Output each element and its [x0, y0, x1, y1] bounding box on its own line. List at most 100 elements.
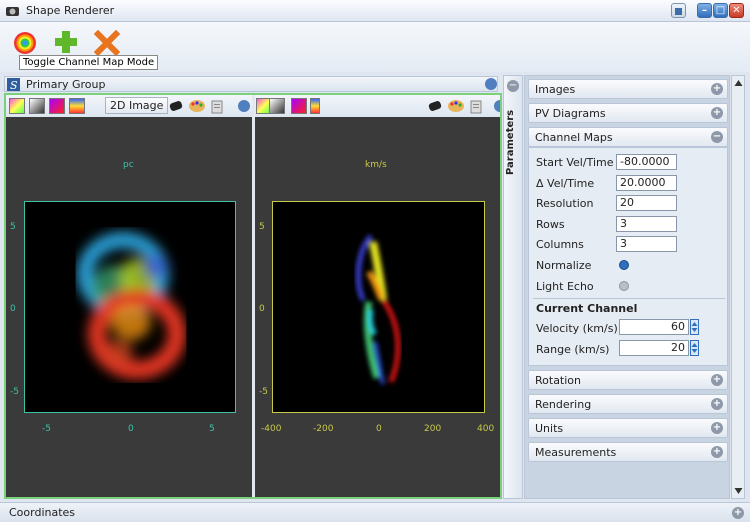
light-echo-label: Light Echo [536, 280, 594, 293]
left-x-tick: 0 [128, 424, 134, 434]
columns-label: Columns [536, 238, 584, 251]
section-channel-maps[interactable]: Channel Maps − [528, 127, 728, 147]
rows-label: Rows [536, 218, 565, 231]
scroll-up-icon[interactable] [734, 79, 743, 87]
camera-icon[interactable] [169, 99, 185, 113]
right-y-tick: 0 [259, 304, 265, 314]
left-x-tick: 5 [209, 424, 215, 434]
collapse-group-icon[interactable] [485, 78, 497, 90]
right-rendered-image [355, 234, 401, 385]
section-label: PV Diagrams [535, 107, 606, 120]
pin-icon[interactable] [671, 3, 686, 18]
right-unit-label: km/s [365, 160, 387, 170]
resolution-label: Resolution [536, 197, 594, 210]
image-panel-left: 2D Image pc 5 0 -5 -5 0 5 [6, 95, 252, 497]
left-plot-area[interactable]: pc 5 0 -5 -5 0 5 [6, 117, 252, 497]
columns-field[interactable]: 3 [616, 236, 677, 252]
colormap-gray-icon[interactable] [29, 98, 45, 114]
start-vel-label: Start Vel/Time [536, 156, 614, 169]
expand-icon[interactable]: + [711, 446, 723, 458]
normalize-label: Normalize [536, 259, 592, 272]
left-unit-label: pc [123, 160, 134, 170]
right-x-tick: 200 [424, 424, 442, 434]
delta-vel-label: Δ Vel/Time [536, 177, 595, 190]
section-label: Rotation [535, 374, 582, 387]
section-label: Units [535, 422, 564, 435]
collapse-icon[interactable]: − [711, 131, 723, 143]
expand-icon[interactable]: + [711, 398, 723, 410]
left-y-tick: -5 [10, 387, 19, 397]
sidebar-scrollbar[interactable] [731, 75, 745, 499]
rows-field[interactable]: 3 [616, 216, 677, 232]
resolution-field[interactable]: 20 [616, 195, 677, 211]
scroll-down-icon[interactable] [734, 487, 743, 495]
panel-menu-icon[interactable] [238, 100, 250, 112]
channel-maps-body: Start Vel/Time -80.0000 Δ Vel/Time 20.00… [528, 147, 728, 366]
colormap-spectrum-icon[interactable] [69, 98, 85, 114]
section-measurements[interactable]: Measurements + [528, 442, 728, 462]
palette-icon[interactable] [447, 98, 465, 114]
close-button[interactable]: ✕ [729, 3, 744, 18]
range-stepper[interactable] [690, 340, 699, 356]
section-pv-diagrams[interactable]: PV Diagrams + [528, 103, 728, 123]
add-icon[interactable] [53, 29, 79, 55]
right-x-tick: -400 [261, 424, 282, 434]
expand-coordinates-icon[interactable]: + [732, 507, 744, 519]
section-label: Images [535, 83, 576, 96]
delta-vel-field[interactable]: 20.0000 [616, 175, 677, 191]
expand-icon[interactable]: + [711, 83, 723, 95]
parameters-panel: Images + PV Diagrams + Channel Maps − St… [524, 75, 730, 499]
colormap-spectrum-icon[interactable] [310, 98, 320, 114]
parameters-tab-label: Parameters [505, 109, 516, 175]
right-plot-area[interactable]: km/s 5 0 -5 -400 -200 0 200 400 [255, 117, 500, 497]
left-y-tick: 0 [10, 304, 16, 314]
light-echo-toggle[interactable] [619, 281, 629, 291]
app-icon [6, 7, 19, 16]
velocity-stepper[interactable] [690, 319, 699, 335]
svg-text:S: S [10, 79, 18, 91]
colormap-purple-icon[interactable] [49, 98, 65, 114]
channel-map-icon[interactable] [12, 30, 38, 56]
panel-menu-icon[interactable] [494, 100, 500, 112]
collapse-sidebar-icon[interactable]: − [507, 80, 519, 92]
start-vel-field[interactable]: -80.0000 [616, 154, 677, 170]
section-units[interactable]: Units + [528, 418, 728, 438]
shape-logo-icon: S [7, 78, 20, 91]
colormap-gray-icon[interactable] [269, 98, 285, 114]
colormap-rainbow-icon[interactable] [9, 98, 25, 114]
section-label: Rendering [535, 398, 592, 411]
camera-icon[interactable] [428, 99, 444, 113]
right-x-tick: -200 [313, 424, 334, 434]
clear-icon[interactable] [469, 98, 483, 114]
group-header: S Primary Group [4, 76, 498, 92]
right-y-tick: 5 [259, 222, 265, 232]
expand-icon[interactable]: + [711, 107, 723, 119]
status-bar: Coordinates + [0, 502, 750, 522]
2d-image-button[interactable]: 2D Image [105, 97, 169, 114]
clear-icon[interactable] [210, 98, 224, 114]
right-y-tick: -5 [259, 387, 268, 397]
title-bar: Shape Renderer – □ ✕ [0, 0, 750, 22]
maximize-button[interactable]: □ [713, 3, 728, 18]
left-x-tick: -5 [42, 424, 51, 434]
render-panels: 2D Image pc 5 0 -5 -5 0 5 km/s 5 0 -5 -4… [4, 93, 502, 499]
right-x-tick: 400 [477, 424, 495, 434]
section-images[interactable]: Images + [528, 79, 728, 99]
section-rotation[interactable]: Rotation + [528, 370, 728, 390]
left-y-tick: 5 [10, 222, 16, 232]
palette-icon[interactable] [188, 98, 206, 114]
minimize-button[interactable]: – [697, 3, 712, 18]
right-image-frame [272, 201, 485, 413]
range-label: Range (km/s) [536, 343, 610, 356]
parameters-tab[interactable]: − Parameters [503, 75, 523, 499]
velocity-field[interactable]: 60 [619, 319, 689, 335]
range-field[interactable]: 20 [619, 340, 689, 356]
colormap-purple-icon[interactable] [291, 98, 307, 114]
image-panel-right: km/s 5 0 -5 -400 -200 0 200 400 [255, 95, 500, 497]
expand-icon[interactable]: + [711, 422, 723, 434]
normalize-toggle[interactable] [619, 260, 629, 270]
expand-icon[interactable]: + [711, 374, 723, 386]
velocity-label: Velocity (km/s) [536, 322, 618, 335]
section-rendering[interactable]: Rendering + [528, 394, 728, 414]
delete-icon[interactable] [94, 30, 120, 56]
